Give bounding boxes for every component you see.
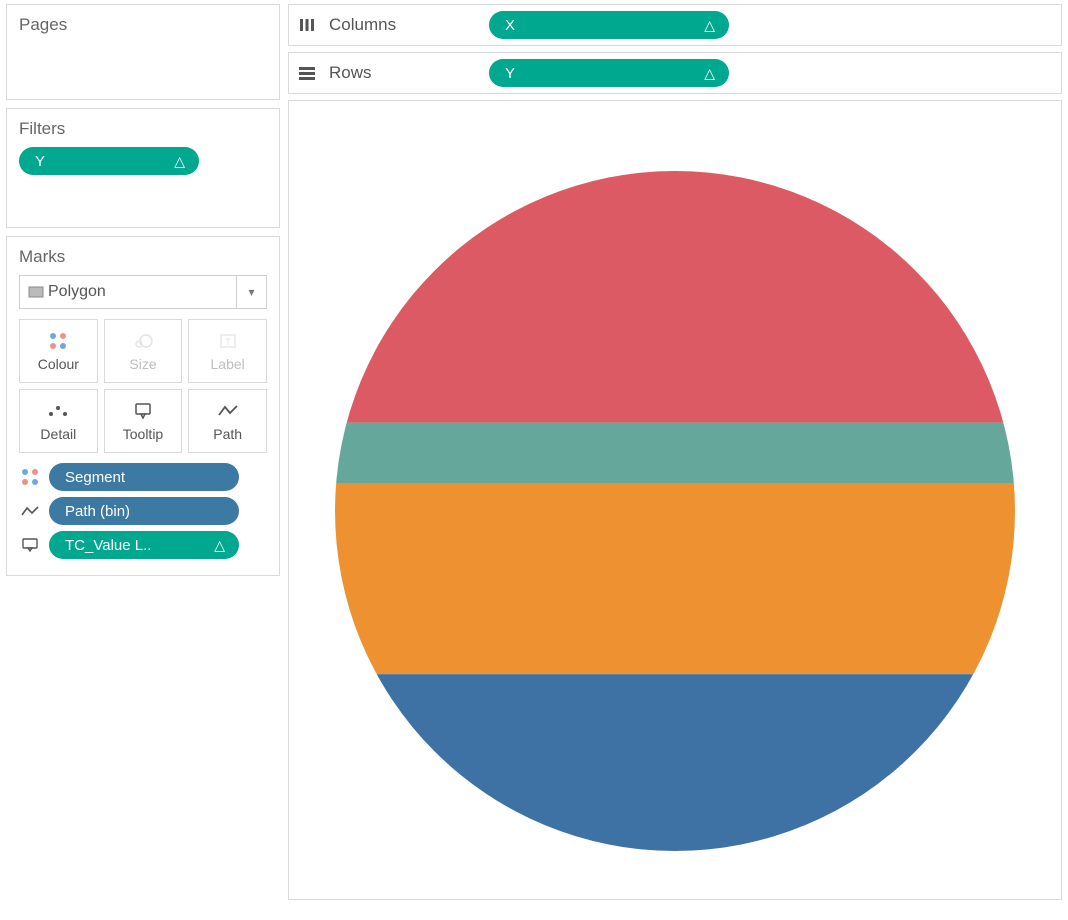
delta-icon: △ — [214, 537, 225, 554]
pages-title: Pages — [19, 15, 267, 35]
tooltip-button[interactable]: Tooltip — [104, 389, 183, 453]
marks-title: Marks — [19, 247, 267, 267]
svg-text:T: T — [225, 337, 231, 347]
tooltip-pill-label: TC_Value L.. — [65, 537, 151, 554]
size-icon — [133, 330, 153, 352]
filters-panel: Filters Y △ — [6, 108, 280, 228]
visualization-canvas[interactable] — [288, 100, 1062, 900]
path-pill-label: Path (bin) — [65, 503, 130, 520]
colour-pill-label: Segment — [65, 469, 125, 486]
chart-band[interactable] — [335, 171, 1015, 423]
filters-title: Filters — [19, 119, 267, 139]
mark-type-dropdown[interactable]: Polygon ▾ — [19, 275, 267, 309]
label-label: Label — [211, 356, 245, 372]
columns-pill-x[interactable]: X △ — [489, 11, 729, 39]
path-label: Path — [213, 426, 242, 442]
chart-band[interactable] — [335, 484, 1015, 674]
rows-pill-label: Y — [505, 65, 515, 82]
label-icon: T — [219, 330, 237, 352]
pages-panel: Pages — [6, 4, 280, 100]
colour-icon — [50, 330, 66, 352]
filter-pill-y-label: Y — [35, 153, 45, 170]
path-pill-pathbin[interactable]: Path (bin) — [49, 497, 239, 525]
delta-icon: △ — [704, 65, 715, 82]
columns-shelf[interactable]: Columns X △ — [288, 4, 1062, 46]
tooltip-pill-tcvalue[interactable]: TC_Value L.. △ — [49, 531, 239, 559]
chart-band[interactable] — [335, 423, 1015, 484]
detail-icon — [49, 400, 67, 422]
rows-pill-y[interactable]: Y △ — [489, 59, 729, 87]
label-button[interactable]: T Label — [188, 319, 267, 383]
tooltip-icon — [19, 538, 41, 552]
colour-icon — [19, 469, 41, 485]
mark-type-label: Polygon — [46, 283, 236, 301]
path-icon — [19, 505, 41, 517]
tooltip-label: Tooltip — [123, 426, 163, 442]
colour-pill-segment[interactable]: Segment — [49, 463, 239, 491]
colour-label: Colour — [38, 356, 79, 372]
marks-panel: Marks Polygon ▾ — [6, 236, 280, 576]
chart-band[interactable] — [335, 674, 1015, 851]
rows-shelf[interactable]: Rows Y △ — [288, 52, 1062, 94]
chevron-down-icon: ▾ — [236, 276, 266, 308]
tooltip-icon — [134, 400, 152, 422]
columns-icon — [299, 18, 319, 32]
colour-button[interactable]: Colour — [19, 319, 98, 383]
columns-pill-label: X — [505, 17, 515, 34]
filter-pill-y[interactable]: Y △ — [19, 147, 199, 175]
size-label: Size — [129, 356, 156, 372]
path-icon — [218, 400, 238, 422]
columns-label: Columns — [329, 15, 479, 35]
rows-label: Rows — [329, 63, 479, 83]
rows-icon — [299, 66, 319, 80]
detail-label: Detail — [40, 426, 76, 442]
polygon-icon — [20, 286, 46, 298]
delta-icon: △ — [704, 17, 715, 34]
size-button[interactable]: Size — [104, 319, 183, 383]
delta-icon: △ — [174, 153, 185, 170]
detail-button[interactable]: Detail — [19, 389, 98, 453]
path-button[interactable]: Path — [188, 389, 267, 453]
